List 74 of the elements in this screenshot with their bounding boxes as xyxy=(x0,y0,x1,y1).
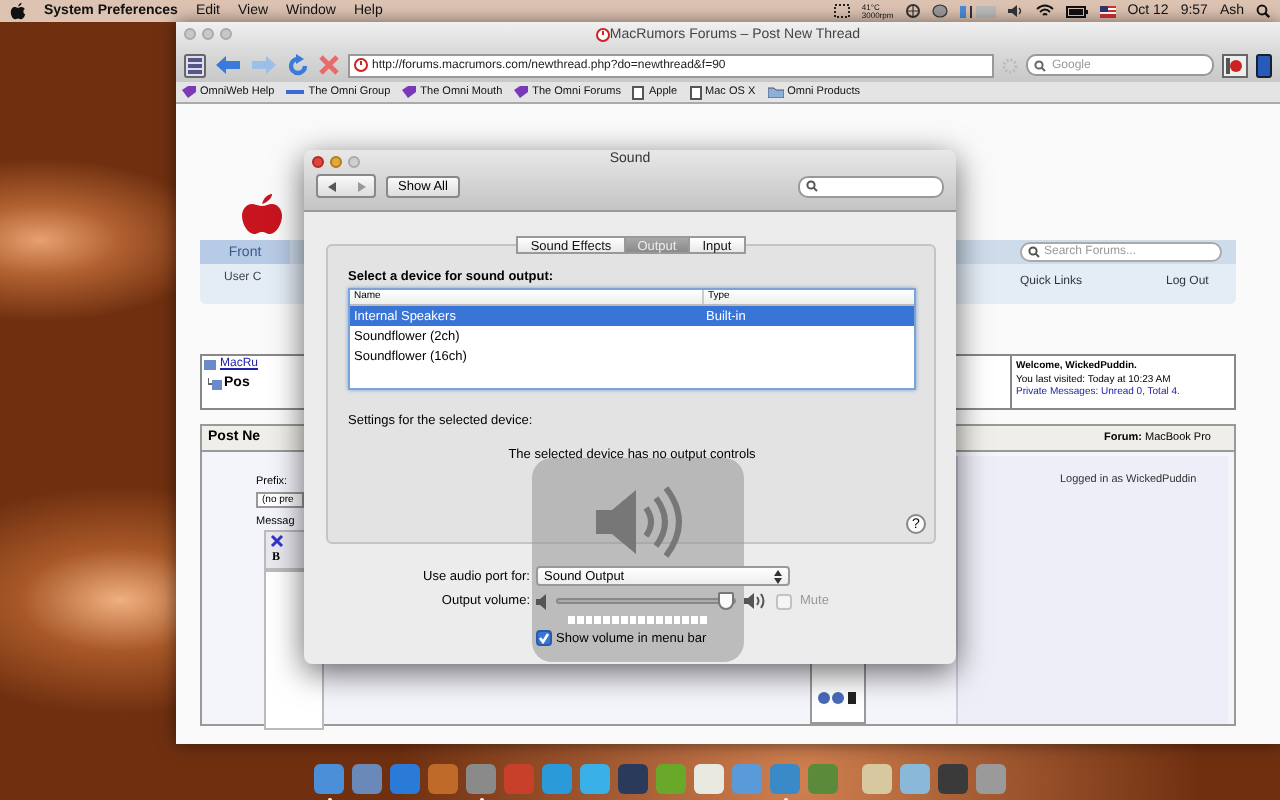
app-icon[interactable] xyxy=(466,764,496,794)
app-icon[interactable] xyxy=(938,764,968,794)
tab-switcher-icon[interactable] xyxy=(1222,53,1248,77)
smiley-icon-drawing[interactable] xyxy=(816,690,860,706)
dock-item[interactable] xyxy=(314,764,344,800)
dock-item[interactable] xyxy=(466,764,496,800)
dock-item[interactable] xyxy=(694,764,724,800)
dock-item[interactable] xyxy=(862,764,892,800)
reload-icon[interactable] xyxy=(286,53,310,77)
volume-slider[interactable] xyxy=(556,598,736,604)
search-field[interactable] xyxy=(798,175,944,197)
dock-item[interactable] xyxy=(618,764,648,800)
dock-item[interactable] xyxy=(900,764,930,800)
app-icon[interactable] xyxy=(542,764,572,794)
bar-icon xyxy=(286,88,305,96)
app-icon[interactable] xyxy=(694,764,724,794)
dock-item[interactable] xyxy=(390,764,420,800)
app-icon[interactable] xyxy=(352,764,382,794)
slider-thumb[interactable] xyxy=(717,592,734,610)
folder-icon xyxy=(208,378,222,390)
app-icon[interactable] xyxy=(428,764,458,794)
page-icon xyxy=(689,85,702,99)
app-icon[interactable] xyxy=(580,764,610,794)
dock-item[interactable] xyxy=(504,764,534,800)
forward-arrow-icon[interactable] xyxy=(250,54,278,76)
search-icon[interactable] xyxy=(1256,4,1270,18)
menu-bar-checkbox[interactable] xyxy=(536,630,552,646)
app-icon[interactable] xyxy=(900,764,930,794)
left-triangle-icon[interactable] xyxy=(327,181,337,191)
sidebar-icon[interactable] xyxy=(184,53,206,77)
folder-icon xyxy=(204,360,216,370)
speaker-loud-icon[interactable] xyxy=(744,592,768,610)
back-arrow-icon[interactable] xyxy=(214,54,242,76)
app-icon[interactable] xyxy=(862,764,892,794)
page-icon xyxy=(632,85,645,99)
tag-icon xyxy=(514,86,529,98)
search-icon xyxy=(1028,246,1040,258)
app-icon[interactable] xyxy=(656,764,686,794)
speaker-icon xyxy=(592,482,684,562)
site-icon xyxy=(354,58,368,72)
activity-meter-icon[interactable] xyxy=(959,3,996,19)
apple-menu-icon[interactable] xyxy=(10,2,26,20)
app-icon[interactable] xyxy=(504,764,534,794)
back-forward-control[interactable] xyxy=(316,174,376,198)
dock-item[interactable] xyxy=(976,764,1006,800)
dock-item[interactable] xyxy=(542,764,572,800)
search-icon xyxy=(1034,59,1048,71)
stop-icon[interactable] xyxy=(318,54,340,76)
site-icon xyxy=(595,28,610,42)
dock-item[interactable] xyxy=(656,764,686,800)
right-triangle-icon[interactable] xyxy=(355,181,365,191)
folder-icon xyxy=(767,86,784,98)
bowl-icon[interactable] xyxy=(931,4,948,18)
battery-icon[interactable] xyxy=(1065,5,1088,17)
wifi-icon[interactable] xyxy=(1035,4,1054,18)
dock-item[interactable] xyxy=(580,764,610,800)
app-icon[interactable] xyxy=(976,764,1006,794)
dock-item[interactable] xyxy=(938,764,968,800)
speaker-icon[interactable] xyxy=(1007,4,1024,18)
updown-arrows-icon xyxy=(774,569,782,583)
dotted-square-icon[interactable] xyxy=(833,4,850,18)
search-icon xyxy=(806,180,818,192)
dock-item[interactable] xyxy=(352,764,382,800)
app-icon[interactable] xyxy=(390,764,420,794)
dock-item[interactable] xyxy=(428,764,458,800)
tag-icon xyxy=(402,86,417,98)
tag-icon xyxy=(182,86,196,98)
flag-icon[interactable] xyxy=(1099,5,1116,17)
apple-logo xyxy=(240,194,284,234)
app-icon[interactable] xyxy=(314,764,344,794)
globe-icon[interactable] xyxy=(905,4,920,18)
app-icon[interactable] xyxy=(618,764,648,794)
speaker-quiet-icon[interactable] xyxy=(536,593,548,609)
book-icon[interactable] xyxy=(1256,53,1272,77)
